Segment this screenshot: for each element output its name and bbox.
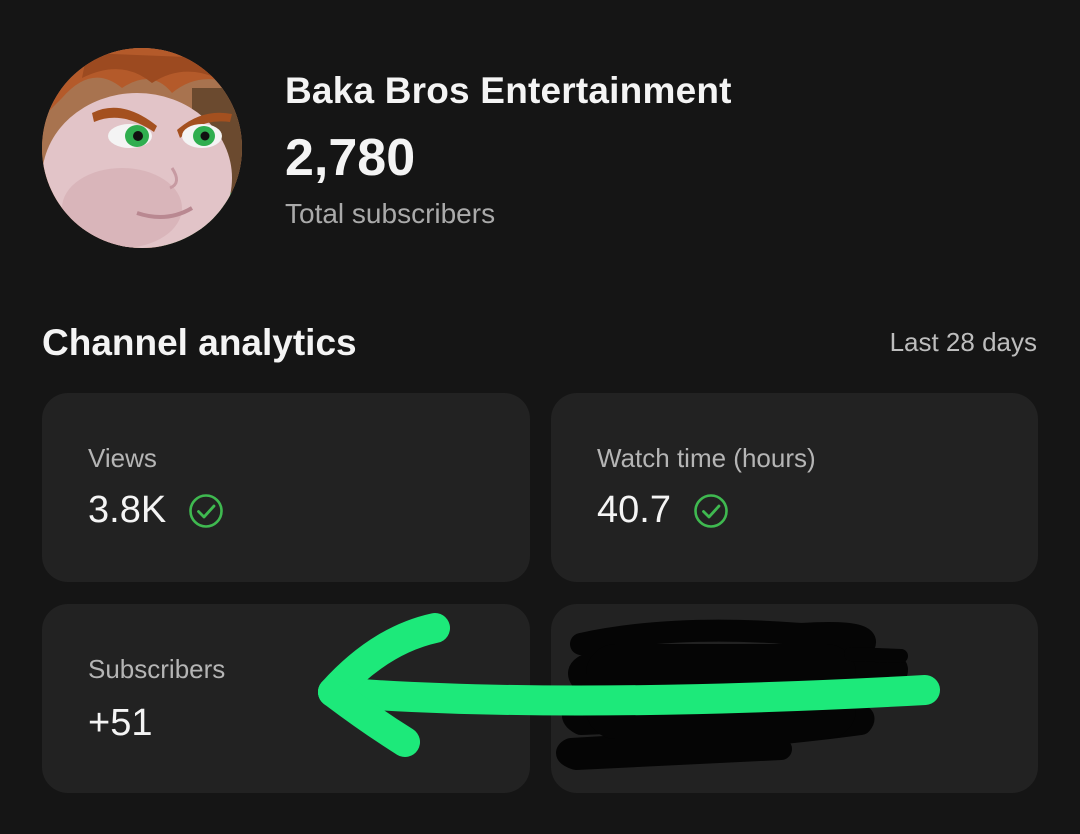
total-subscriber-count: 2,780 bbox=[285, 129, 416, 187]
redacted-card[interactable] bbox=[551, 604, 1038, 793]
subscribers-value-row: +51 bbox=[88, 702, 152, 745]
watch-time-value-row: 40.7 bbox=[597, 489, 729, 532]
views-value: 3.8K bbox=[88, 489, 167, 531]
watch-time-card[interactable]: Watch time (hours) 40.7 bbox=[551, 393, 1038, 582]
subscribers-card[interactable]: Subscribers +51 bbox=[42, 604, 530, 793]
period-selector[interactable]: Last 28 days bbox=[890, 327, 1037, 358]
subscribers-value: +51 bbox=[88, 702, 153, 744]
analytics-page: Baka Bros Entertainment 2,780 Total subs… bbox=[0, 0, 1080, 834]
cartoon-character-avatar-icon bbox=[42, 48, 242, 248]
channel-name: Baka Bros Entertainment bbox=[285, 70, 732, 111]
check-circle-icon bbox=[694, 493, 728, 528]
views-label: Views bbox=[88, 443, 157, 473]
channel-avatar[interactable] bbox=[42, 48, 242, 248]
channel-analytics-title: Channel analytics bbox=[42, 322, 357, 363]
watch-time-value: 40.7 bbox=[597, 489, 671, 531]
redaction-scribble bbox=[556, 619, 908, 770]
views-card[interactable]: Views 3.8K bbox=[42, 393, 530, 582]
views-value-row: 3.8K bbox=[88, 489, 224, 532]
watch-time-label: Watch time (hours) bbox=[597, 443, 816, 473]
check-circle-icon bbox=[189, 493, 223, 528]
total-subscribers-label: Total subscribers bbox=[285, 198, 496, 229]
subscribers-label: Subscribers bbox=[88, 654, 226, 684]
